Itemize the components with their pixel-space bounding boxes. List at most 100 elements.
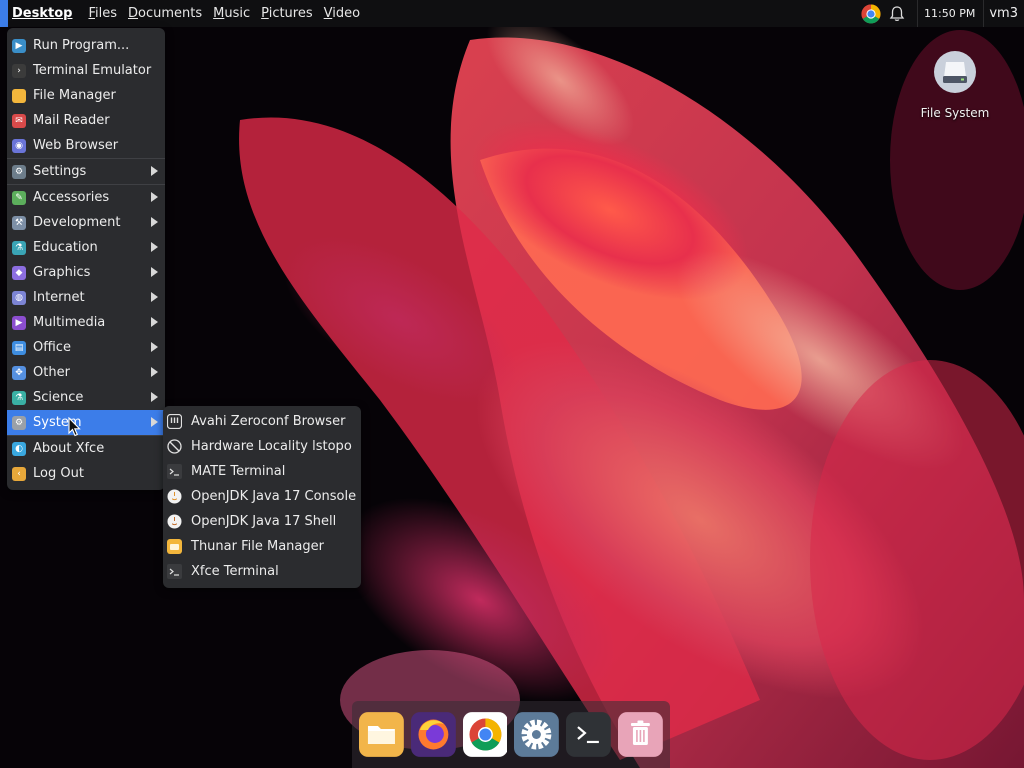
menu-item-development[interactable]: ⚒ Development [7,210,165,235]
submenu-item-xfce-terminal[interactable]: Xfce Terminal [163,559,361,584]
submenu-item-hardware-locality-lstopo[interactable]: Hardware Locality lstopo [163,434,361,459]
java-shell-icon [167,514,182,529]
menu-item-label: Multimedia [33,315,106,330]
menu-item-label: Terminal Emulator [33,63,152,78]
submenu-item-openjdk-java-17-console[interactable]: OpenJDK Java 17 Console [163,484,361,509]
submenu-arrow-icon [151,392,158,402]
menu-item-graphics[interactable]: ◆ Graphics [7,260,165,285]
system-icon: ⚙ [12,415,26,430]
submenu-arrow-icon [151,166,158,176]
menu-item-other[interactable]: ✥ Other [7,360,165,385]
submenu-item-label: Xfce Terminal [191,564,279,579]
menu-item-label: Development [33,215,121,230]
xfce-terminal-icon [167,564,182,579]
submenu-arrow-icon [151,417,158,427]
chrome-tray-icon[interactable] [861,3,881,24]
graphics-icon: ◆ [12,265,26,280]
avahi-icon [167,414,182,429]
submenu-item-mate-terminal[interactable]: MATE Terminal [163,459,361,484]
mouse-cursor-icon [68,417,81,437]
menu-item-web-browser[interactable]: ◉ Web Browser [7,133,165,158]
menu-item-run-program[interactable]: ▶ Run Program... [7,33,165,58]
thunar-icon [167,539,182,554]
menu-item-settings[interactable]: ⚙ Settings [7,159,165,184]
mail-icon: ✉ [12,113,26,128]
submenu-item-label: Avahi Zeroconf Browser [191,414,346,429]
menu-item-file-manager[interactable]: File Manager [7,83,165,108]
menu-item-system[interactable]: ⚙ System [7,410,165,435]
submenu-item-label: Hardware Locality lstopo [191,439,352,454]
submenu-arrow-icon [151,367,158,377]
internet-icon: ◍ [12,290,26,305]
submenu-arrow-icon [151,317,158,327]
submenu-arrow-icon [151,267,158,277]
menu-item-about-xfce[interactable]: ◐ About Xfce [7,436,165,461]
menu-item-label: Mail Reader [33,113,110,128]
settings-icon: ⚙ [12,164,26,179]
places-documents[interactable]: Documents [123,6,208,21]
menu-item-label: Other [33,365,70,380]
places-files[interactable]: Files [83,6,123,21]
clock[interactable]: 11:50 PM [918,7,983,20]
menu-item-label: Science [33,390,84,405]
menu-item-internet[interactable]: ◍ Internet [7,285,165,310]
desktop-button[interactable]: Desktop [8,6,83,21]
user-menu[interactable]: vm3 [984,6,1024,21]
trash-icon[interactable] [618,712,663,757]
menu-item-multimedia[interactable]: ▶ Multimedia [7,310,165,335]
mate-terminal-icon [167,464,182,479]
submenu-arrow-icon [151,242,158,252]
accessories-icon: ✎ [12,190,26,205]
terminal-icon: › [12,63,26,78]
submenu-item-label: OpenJDK Java 17 Console [191,489,357,504]
places-pictures[interactable]: Pictures [256,6,319,21]
places-video[interactable]: Video [319,6,366,21]
menu-item-label: Settings [33,164,87,179]
submenu-item-thunar-file-manager[interactable]: Thunar File Manager [163,534,361,559]
menu-item-terminal-emulator[interactable]: › Terminal Emulator [7,58,165,83]
places-music[interactable]: Music [208,6,256,21]
menu-item-label: Web Browser [33,138,119,153]
gear-icon[interactable] [514,712,560,757]
chrome-icon[interactable] [462,712,508,757]
terminal-icon[interactable] [566,712,612,757]
menu-item-label: Internet [33,290,85,305]
menu-item-log-out[interactable]: ‹ Log Out [7,461,165,486]
menu-item-label: Run Program... [33,38,130,53]
submenu-arrow-icon [151,342,158,352]
menu-item-label: Accessories [33,190,110,205]
panel-accent [0,0,8,27]
dock [352,701,670,768]
menu-item-label: Graphics [33,265,91,280]
desktop-icon-file-system[interactable]: File System [912,50,998,120]
bell-icon[interactable] [889,5,905,23]
firefox-icon[interactable] [410,712,456,757]
menu-item-label: Log Out [33,466,84,481]
office-icon: ▤ [12,340,26,355]
top-panel: Desktop Files Documents Music Pictures V… [0,0,1024,27]
submenu-item-label: MATE Terminal [191,464,286,479]
development-icon: ⚒ [12,215,26,230]
menu-item-label: Education [33,240,98,255]
logout-icon: ‹ [12,466,26,481]
education-icon: ⚗ [12,240,26,255]
menu-item-office[interactable]: ▤ Office [7,335,165,360]
menu-item-accessories[interactable]: ✎ Accessories [7,185,165,210]
folder-icon[interactable] [359,712,404,757]
desktop-icon-label: File System [920,106,990,120]
applications-menu: ▶ Run Program... › Terminal Emulator File Ma… [7,28,165,490]
java-console-icon [167,489,182,504]
menu-item-mail-reader[interactable]: ✉ Mail Reader [7,108,165,133]
submenu-arrow-icon [151,292,158,302]
menu-item-label: About Xfce [33,441,105,456]
submenu-item-avahi-zeroconf-browser[interactable]: Avahi Zeroconf Browser [163,409,361,434]
science-icon: ⚗ [12,390,26,405]
submenu-item-openjdk-java-17-shell[interactable]: OpenJDK Java 17 Shell [163,509,361,534]
menu-item-education[interactable]: ⚗ Education [7,235,165,260]
menu-item-science[interactable]: ⚗ Science [7,385,165,410]
menu-item-label: File Manager [33,88,116,103]
submenu-arrow-icon [151,192,158,202]
lstopo-icon [167,439,182,454]
folder-icon [12,88,26,103]
drive-icon [934,51,976,93]
